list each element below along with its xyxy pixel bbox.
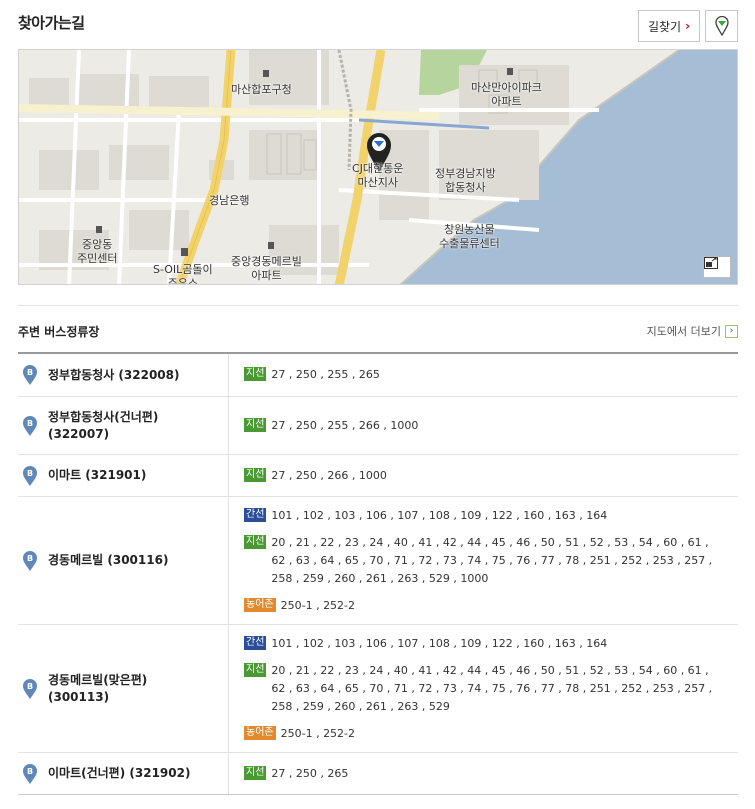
map-pin-button[interactable] <box>705 10 738 42</box>
map-pin-icon <box>714 16 729 36</box>
bus-stop-row: B 정부합동청사(건너편) (322007) 지선 27 , 250 , 255 , … <box>18 396 738 454</box>
route-type-badge: 농어촌 <box>244 725 276 740</box>
location-map[interactable]: 마산합포구청 마산만아이파크 아파트 CJ대한통운 마산지사 정부경남지방 합동… <box>18 49 738 285</box>
map-expand-icon <box>704 257 718 269</box>
bus-stop-row: B 정부합동청사 (322008) 지선 27 , 250 , 255 , 265 <box>18 354 738 396</box>
route-line: 지선 27 , 250 , 255 , 265 <box>244 366 738 384</box>
bus-stop-cell: B 이마트 (321901) <box>18 455 229 496</box>
route-line: 지선 27 , 250 , 265 <box>244 765 738 783</box>
route-numbers: 101 , 102 , 103 , 106 , 107 , 108 , 109 … <box>271 508 608 522</box>
bus-stop-name[interactable]: 경동메르빌 (300116) <box>48 552 168 569</box>
route-type-badge: 농어촌 <box>244 597 276 612</box>
map-label-cj-korea-express: CJ대한통운 마산지사 <box>352 162 404 189</box>
section-divider <box>18 305 738 306</box>
route-line: 간선 101 , 102 , 103 , 106 , 107 , 108 , 10… <box>244 635 738 653</box>
map-label-jungang-apt: 중앙경동메르빌 아파트 <box>231 255 302 282</box>
svg-text:B: B <box>27 469 33 478</box>
route-numbers: 27 , 250 , 265 <box>271 766 349 780</box>
bus-stop-cell: B 정부합동청사 (322008) <box>18 354 229 396</box>
route-numbers: 250-1 , 252-2 <box>280 726 356 740</box>
bus-stop-cell: B 정부합동청사(건너편) (322007) <box>18 397 229 454</box>
route-type-badge: 지선 <box>244 417 267 432</box>
bus-stop-icon: B <box>23 465 37 486</box>
bus-routes-cell: 지선 27 , 250 , 266 , 1000 <box>229 455 738 496</box>
bus-routes-cell: 간선 101 , 102 , 103 , 106 , 107 , 108 , 10… <box>229 625 738 752</box>
route-type-badge: 지선 <box>244 765 267 780</box>
map-label-masan-hapo-office: 마산합포구청 <box>231 83 292 96</box>
bus-routes-cell: 지선 27 , 250 , 265 <box>229 753 738 794</box>
route-type-badge: 지선 <box>244 534 267 549</box>
bus-routes-cell: 지선 27 , 250 , 255 , 266 , 1000 <box>229 397 738 454</box>
map-expand-button[interactable] <box>703 256 731 278</box>
bus-stop-row: B 경동메르빌(맞은편) (300113) 간선 101 , 102 , 103 , … <box>18 624 738 752</box>
route-line: 지선 20 , 21 , 22 , 23 , 24 , 40 , 41 , 42 … <box>244 662 738 716</box>
route-numbers: 20 , 21 , 22 , 23 , 24 , 40 , 41 , 42 , … <box>271 535 713 585</box>
svg-text:B: B <box>27 682 33 691</box>
chevron-right-icon: › <box>685 19 691 33</box>
route-type-badge: 간선 <box>244 635 267 650</box>
bus-stop-cell: B 경동메르빌(맞은편) (300113) <box>18 625 229 752</box>
bus-stop-cell: B 이마트(건너편) (321902) <box>18 753 229 794</box>
bus-routes-cell: 간선 101 , 102 , 103 , 106 , 107 , 108 , 10… <box>229 497 738 624</box>
route-line: 간선 101 , 102 , 103 , 106 , 107 , 108 , 10… <box>244 507 738 525</box>
route-line: 지선 20 , 21 , 22 , 23 , 24 , 40 , 41 , 42 … <box>244 534 738 588</box>
svg-text:B: B <box>27 554 33 563</box>
bus-stop-name[interactable]: 이마트(건너편) (321902) <box>48 765 190 782</box>
map-label-changwon-center: 창원농산물 수출물류센터 <box>439 223 500 250</box>
bus-stop-name[interactable]: 이마트 (321901) <box>48 467 146 484</box>
bus-stop-list: B 정부합동청사 (322008) 지선 27 , 250 , 255 , 265 B 정… <box>18 352 738 795</box>
bus-routes-cell: 지선 27 , 250 , 255 , 265 <box>229 354 738 396</box>
bus-stop-name[interactable]: 경동메르빌(맞은편) (300113) <box>48 672 147 706</box>
map-label-gyeongnam-bank: 경남은행 <box>209 194 250 207</box>
map-label-jungang-center: 중앙동 주민센터 <box>77 238 118 265</box>
bus-stop-name[interactable]: 정부합동청사 (322008) <box>48 367 180 384</box>
route-line: 농어촌 250-1 , 252-2 <box>244 725 738 743</box>
bus-stop-row: B 경동메르빌 (300116) 간선 101 , 102 , 103 , 106 ,… <box>18 496 738 624</box>
view-more-label: 지도에서 더보기 <box>646 325 721 338</box>
route-line: 지선 27 , 250 , 255 , 266 , 1000 <box>244 417 738 435</box>
svg-text:B: B <box>27 368 33 377</box>
map-label-masan-bay-apt: 마산만아이파크 아파트 <box>471 81 542 108</box>
bus-stop-icon: B <box>23 550 37 571</box>
bus-stop-icon: B <box>23 415 37 436</box>
route-type-badge: 지선 <box>244 467 267 482</box>
svg-text:B: B <box>27 767 33 776</box>
map-label-soil-station: S-OIL곰돌이 주유소 <box>153 263 213 285</box>
bus-stop-row: B 이마트(건너편) (321902) 지선 27 , 250 , 265 <box>18 752 738 794</box>
route-numbers: 27 , 250 , 255 , 265 <box>271 368 380 381</box>
chevron-right-icon: › <box>725 324 738 338</box>
bus-stop-icon: B <box>23 763 37 784</box>
svg-text:B: B <box>27 419 33 428</box>
bus-stops-title: 주변 버스정류장 <box>18 325 100 339</box>
find-route-button[interactable]: 길찾기 › <box>638 10 700 42</box>
route-numbers: 27 , 250 , 266 , 1000 <box>271 468 387 482</box>
bus-stop-icon: B <box>23 678 37 699</box>
route-numbers: 20 , 21 , 22 , 23 , 24 , 40 , 41 , 42 , … <box>271 663 713 713</box>
route-line: 농어촌 250-1 , 252-2 <box>244 597 738 615</box>
page-title: 찾아가는길 <box>18 14 85 32</box>
route-line: 지선 27 , 250 , 266 , 1000 <box>244 467 738 485</box>
bus-stop-cell: B 경동메르빌 (300116) <box>18 497 229 624</box>
bus-stop-icon: B <box>23 365 37 385</box>
route-type-badge: 지선 <box>244 367 267 381</box>
bus-stop-name[interactable]: 정부합동청사(건너편) (322007) <box>48 409 158 443</box>
find-route-label: 길찾기 <box>647 19 682 34</box>
route-type-badge: 지선 <box>244 662 267 677</box>
route-numbers: 101 , 102 , 103 , 106 , 107 , 108 , 109 … <box>271 636 608 650</box>
view-more-on-map-link[interactable]: 지도에서 더보기 › <box>647 323 738 339</box>
map-label-gov-complex: 정부경남지방 합동청사 <box>435 167 496 194</box>
route-type-badge: 간선 <box>244 507 267 522</box>
bus-stop-row: B 이마트 (321901) 지선 27 , 250 , 266 , 1000 <box>18 454 738 496</box>
route-numbers: 250-1 , 252-2 <box>280 598 356 612</box>
route-numbers: 27 , 250 , 255 , 266 , 1000 <box>271 418 419 432</box>
